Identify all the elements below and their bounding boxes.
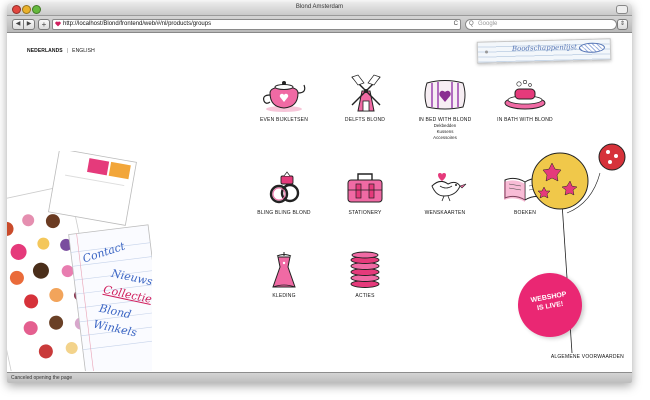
category-label: ACTIES: [355, 293, 375, 299]
browser-toolbar: ◀ ▶ + http://localhost/Blond/frontend/we…: [7, 16, 632, 33]
category-label: EVEN BIJKLETSEN: [259, 117, 308, 123]
category-label: DELFTS BLOND: [344, 117, 386, 123]
window-title: Blond Amsterdam: [295, 4, 344, 10]
reload-icon[interactable]: C: [454, 20, 458, 29]
page-content: NEDERLANDS | ENGLISH Boodschappenlijst EVE…: [7, 33, 632, 371]
category-even-bijkletsen[interactable]: EVEN BIJKLETSEN: [244, 73, 324, 123]
soap-icon: [504, 80, 546, 110]
rings-icon: [269, 171, 300, 204]
category-in-bed-with-blond[interactable]: IN BED WITH BLOND Dekbedden Kussens Acce…: [405, 73, 485, 141]
lang-separator: |: [66, 48, 69, 54]
category-label: KLEDING: [272, 293, 296, 299]
cookie-stack-icon: [350, 251, 380, 288]
left-collage: Contact Nieuws Collectie Blond Winkels: [7, 148, 167, 371]
pin-icon: [484, 50, 489, 54]
search-icon: Q: [469, 21, 474, 27]
browser-window: Blond Amsterdam ◀ ▶ + http://localhost/B…: [7, 3, 632, 383]
category-bling-bling-blond[interactable]: BLING BLING BLOND: [244, 166, 324, 216]
shopping-list-label: Boodschappenlijst: [511, 43, 577, 53]
doodle-icon: [578, 42, 606, 54]
category-in-bath-with-blond[interactable]: IN BATH WITH BLOND: [485, 73, 565, 123]
bird-icon: [431, 173, 467, 202]
lang-nederlands[interactable]: NEDERLANDS: [27, 48, 63, 54]
address-bar[interactable]: http://localhost/Blond/frontend/web/#/nl…: [52, 19, 461, 30]
title-bar: Blond Amsterdam: [7, 3, 632, 16]
category-stationery[interactable]: STATIONERY: [325, 166, 405, 216]
shopping-list-note[interactable]: Boodschappenlijst: [476, 38, 612, 64]
windmill-icon: [351, 74, 381, 112]
status-bar: Canceled opening the page: [7, 372, 632, 383]
category-label: IN BATH WITH BLOND: [497, 117, 553, 123]
balloons-illustration: [531, 143, 626, 354]
category-label: WENSKAARTEN: [424, 210, 466, 216]
category-kleding[interactable]: KLEDING: [244, 249, 324, 299]
search-placeholder: Google: [478, 21, 498, 27]
bookmarks-menu-button[interactable]: ⇕: [617, 19, 628, 30]
search-input[interactable]: Q Google: [465, 19, 617, 30]
toolbar-toggle-button[interactable]: [616, 5, 628, 14]
category-acties[interactable]: ACTIES: [325, 249, 405, 299]
category-wenskaarten[interactable]: WENSKAARTEN: [405, 166, 485, 216]
language-switcher: NEDERLANDS | ENGLISH: [27, 48, 95, 54]
subcategory-accessoires[interactable]: Accessoires: [405, 135, 485, 141]
lang-english[interactable]: ENGLISH: [72, 48, 95, 54]
category-label: BLING BLING BLOND: [257, 210, 311, 216]
suitcase-icon: [347, 173, 383, 203]
heart-icon: [55, 21, 61, 27]
add-bookmark-button[interactable]: +: [38, 19, 50, 30]
teapot-icon: [263, 81, 306, 112]
status-text: Canceled opening the page: [11, 375, 73, 381]
dress-icon: [272, 252, 296, 288]
pillow-icon: [424, 80, 466, 110]
forward-button[interactable]: ▶: [23, 19, 35, 30]
category-label: STATIONERY: [348, 210, 382, 216]
url-text: http://localhost/Blond/frontend/web/#/nl…: [63, 21, 212, 27]
terms-link[interactable]: ALGEMENE VOORWAARDEN: [551, 354, 624, 360]
category-delfts-blond[interactable]: DELFTS BLOND: [325, 73, 405, 123]
